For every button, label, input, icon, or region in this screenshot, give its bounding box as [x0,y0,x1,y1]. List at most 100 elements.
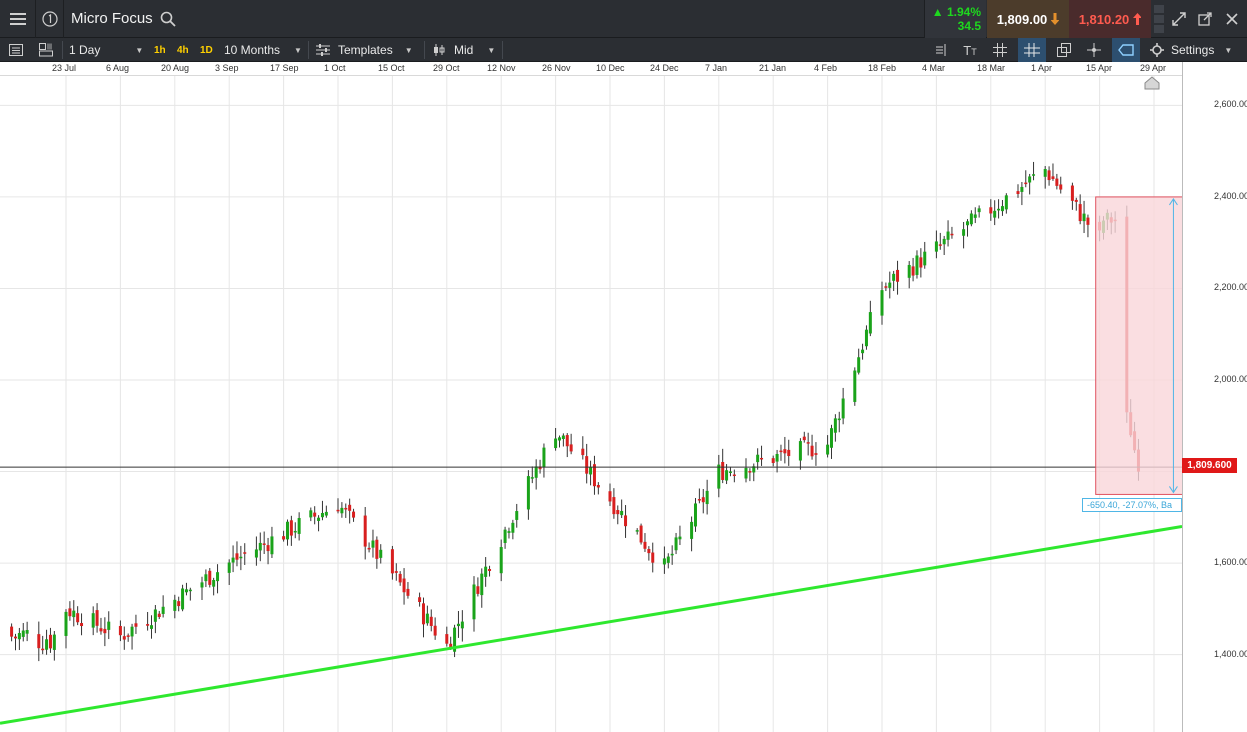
candle-up [64,611,68,636]
candle-down [80,623,84,627]
circled-one-icon [41,11,58,27]
watchlist-button[interactable] [4,38,28,62]
price-mode-select[interactable]: Mid ▼ [432,38,495,62]
candle-up [857,357,861,373]
crosshair-tool-button[interactable] [1018,38,1046,62]
quick-interval-label: 1D [200,44,213,56]
candle-down [13,636,17,639]
grid-toggle-button[interactable] [988,38,1012,62]
candle-up [216,572,220,582]
candle-up [725,470,729,481]
candle-down [488,568,492,571]
interval-select[interactable]: 1 Day ▼ [69,38,143,62]
candle-down [701,497,705,503]
candle-up [965,221,969,226]
candle-up [915,255,919,275]
candle-down [402,578,406,593]
candle-down [569,444,573,452]
measure-tool-button[interactable] [1112,38,1140,62]
date-axis-label: 15 Oct [378,63,405,73]
popout-button[interactable] [1193,0,1217,38]
date-axis-label: 3 Sep [215,63,239,73]
candle-up [324,511,328,516]
expand-button[interactable] [1167,0,1191,38]
candle-down [41,648,45,651]
quick-interval-4h[interactable]: 4h [177,38,189,62]
candle-up [666,556,670,563]
close-icon [1226,13,1238,25]
close-button[interactable] [1219,0,1245,38]
candle-up [212,580,216,587]
candle-down [103,628,107,634]
date-axis-label: 24 Dec [650,63,679,73]
date-axis-label: 15 Apr [1086,63,1113,73]
candle-up [678,536,682,540]
candle-down [433,625,437,636]
candle-up [91,613,95,628]
candle-down [243,552,247,554]
candle-up [45,639,49,650]
up-arrow-icon: ▲ [931,5,947,19]
candle-up [635,530,639,532]
settings-button[interactable]: Settings ▼ [1150,38,1232,62]
candle-down [1086,217,1090,225]
candle-up [993,210,997,218]
candle-down [344,507,348,510]
indicators-button[interactable] [928,38,952,62]
candle-down [814,453,818,455]
candle-up [542,447,546,468]
home-icon[interactable] [1144,76,1160,90]
candle-up [853,370,857,402]
buy-price-button[interactable]: 1,810.20 [1069,0,1151,38]
candle-up [1004,195,1008,210]
cursor-tool-button[interactable] [1082,38,1106,62]
change-percent-line: ▲ 1.94% [925,5,981,19]
candle-down [177,601,181,607]
instrument-name[interactable]: Micro Focus [71,10,153,27]
candle-down [919,257,923,268]
search-button[interactable] [158,0,178,38]
date-axis-label: 1 Oct [324,63,346,73]
quick-interval-1h[interactable]: 1h [154,38,166,62]
quick-interval-1d[interactable]: 1D [200,38,213,62]
candle-up [17,633,21,640]
candle-up [107,621,111,630]
candle-down [118,625,122,636]
chart-layout-button[interactable] [34,38,58,62]
price-axis[interactable]: 2,600.000 2,400.000 2,200.000 2,000.000 1,60… [1182,62,1247,732]
hamburger-menu-button[interactable] [0,0,36,38]
candle-up [530,477,534,479]
price-chart[interactable] [0,76,1182,732]
candle-up [861,349,865,354]
info-button[interactable] [36,0,64,38]
candle-down [390,549,394,574]
candle-up [371,540,375,548]
candle-up [1032,174,1036,176]
candle-up [472,584,476,620]
candle-up [690,521,694,539]
candle-up [973,214,977,218]
candle-up [456,623,460,627]
candle-up [511,522,515,533]
candle-down [146,624,150,626]
candle-up [717,464,721,489]
layout-grid-button[interactable] [1151,0,1167,38]
candle-down [938,244,942,246]
candle-down [1047,170,1051,181]
candle-down [445,634,449,644]
candle-down [643,541,647,549]
candle-down [429,616,433,626]
compare-button[interactable] [1052,38,1076,62]
text-size-icon: TT [963,42,977,58]
text-tool-button[interactable]: TT [958,38,982,62]
price-change-box: ▲ 1.94% 34.5 [924,0,986,38]
candle-down [1070,185,1074,201]
candle-up [923,251,927,266]
sell-price-button[interactable]: 1,809.00 [987,0,1069,38]
candle-up [526,476,530,510]
candle-down [950,233,954,236]
range-select[interactable]: 10 Months ▼ [224,38,302,62]
candle-up [293,530,297,533]
candle-up [946,231,950,240]
templates-select[interactable]: Templates ▼ [316,38,413,62]
